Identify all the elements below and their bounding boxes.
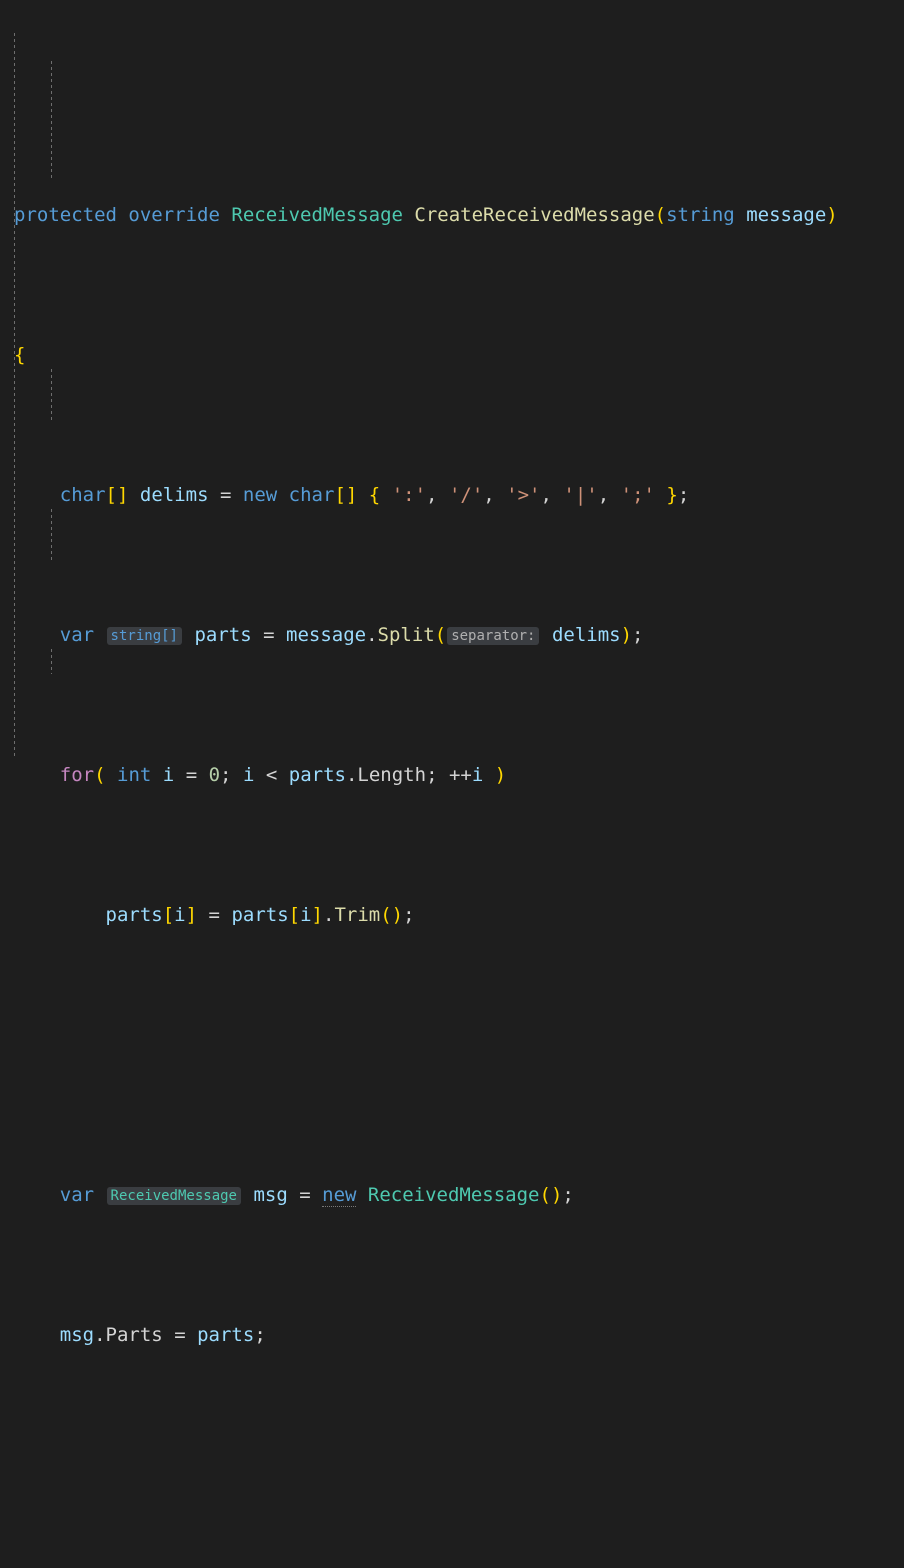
token-new-underlined: new — [322, 1184, 357, 1207]
inlay-hint-type-string-array[interactable]: string[] — [106, 627, 182, 645]
token-length: Length — [357, 764, 427, 786]
token-override: override — [128, 204, 220, 226]
code-line-1[interactable]: protected override ReceivedMessage Creat… — [0, 201, 904, 229]
token-zero: 0 — [208, 764, 221, 786]
token-lparen: ( — [654, 204, 667, 226]
code-line-9[interactable]: msg.Parts = parts; — [0, 1321, 904, 1349]
code-line-4[interactable]: var string[] parts = message.Split(separ… — [0, 621, 904, 649]
token-msg: msg — [253, 1184, 288, 1206]
token-param-type: string — [666, 204, 735, 226]
token-i: i — [162, 764, 175, 786]
code-line-8[interactable]: var ReceivedMessage msg = new ReceivedMe… — [0, 1181, 904, 1209]
inlay-hint-param-separator[interactable]: separator: — [447, 627, 540, 645]
token-delims-arg: delims — [551, 624, 621, 646]
token-char-semi: ';' — [620, 484, 655, 506]
code-line-2[interactable]: { — [0, 341, 904, 369]
token-char-2: char — [288, 484, 335, 506]
code-line-7-blank[interactable] — [0, 1041, 904, 1069]
token-open-brace-method: { — [14, 344, 26, 366]
token-received-message-ctor: ReceivedMessage — [367, 1184, 540, 1206]
code-line-3[interactable]: char[] delims = new char[] { ':', '/', '… — [0, 481, 904, 509]
code-editor-surface[interactable]: protected protected override ReceivedMes… — [0, 0, 904, 1346]
token-new: new — [242, 484, 278, 506]
token-increment: ++ — [448, 764, 472, 786]
token-message: message — [286, 624, 367, 646]
token-param-name: message — [746, 204, 827, 226]
token-protected: protected — [14, 204, 117, 226]
token-return-type: ReceivedMessage — [231, 204, 403, 226]
token-array-init-open: { — [368, 484, 381, 506]
token-parts-prop: Parts — [105, 1324, 163, 1346]
token-delims: delims — [139, 484, 209, 506]
inlay-hint-type-received-message[interactable]: ReceivedMessage — [106, 1187, 241, 1205]
token-lt: < — [265, 764, 278, 786]
token-trim: Trim — [334, 904, 381, 926]
token-char: char — [59, 484, 106, 506]
code-line-6[interactable]: parts[i] = parts[i].Trim(); — [0, 901, 904, 929]
code-line-10-blank[interactable] — [0, 1461, 904, 1489]
code-line-5[interactable]: for( int i = 0; i < parts.Length; ++i ) — [0, 761, 904, 789]
token-method-name: CreateReceivedMessage — [414, 204, 655, 226]
token-parts: parts — [194, 624, 252, 646]
token-rparen: ) — [826, 204, 838, 226]
token-array-init-close: } — [666, 484, 678, 506]
token-char-pipe: '|' — [563, 484, 598, 506]
token-char-gt: '>' — [506, 484, 541, 506]
code-block[interactable]: protected protected override ReceivedMes… — [0, 5, 904, 1568]
token-for: for — [59, 764, 95, 786]
token-var: var — [59, 624, 95, 646]
token-rbracket: ] — [116, 484, 129, 506]
token-split: Split — [377, 624, 435, 646]
token-lbracket: [ — [105, 484, 117, 506]
token-char-slash: '/' — [448, 484, 484, 506]
token-char-colon: ':' — [391, 484, 427, 506]
token-int: int — [117, 764, 152, 786]
token-assign: = — [219, 484, 232, 506]
